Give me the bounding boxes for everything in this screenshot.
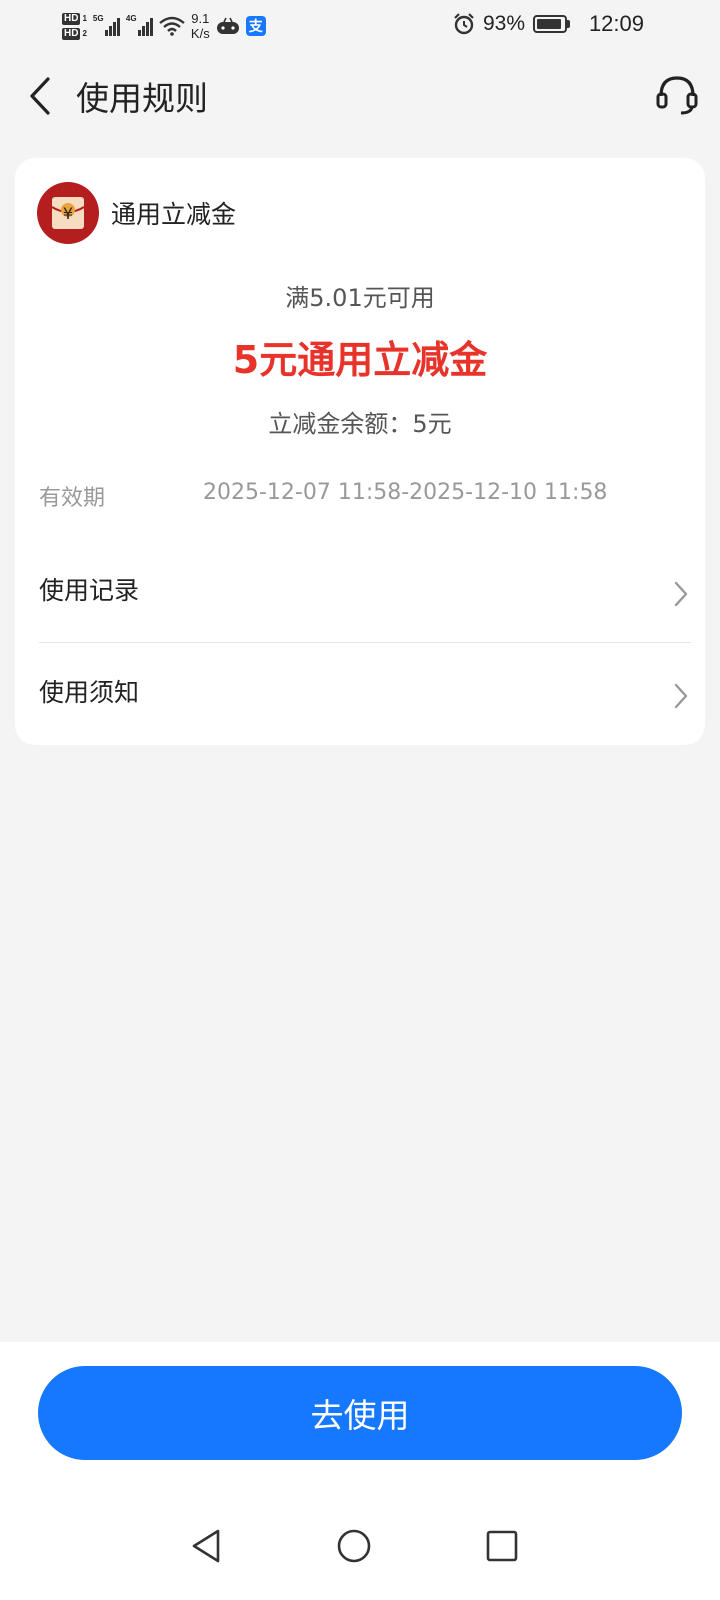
speed-unit: K/s xyxy=(190,26,210,41)
hd1-indicator: HD 1 xyxy=(62,12,87,25)
circle-home-icon xyxy=(337,1529,371,1563)
use-coupon-button[interactable]: 去使用 xyxy=(38,1366,682,1460)
signal-4g-icon: 4G xyxy=(125,14,153,36)
validity-label: 有效期 xyxy=(39,486,106,511)
nav-recents-button[interactable] xyxy=(474,1518,530,1574)
signal-4g-label: 4G xyxy=(125,14,137,23)
battery-icon xyxy=(533,15,570,33)
alipay-icon: 支 xyxy=(245,16,266,36)
network-speed: 9.1 K/s xyxy=(191,11,210,41)
usage-record-row[interactable]: 使用记录 xyxy=(39,544,689,644)
battery-percent: 93% xyxy=(482,12,525,35)
hd1-label: HD xyxy=(62,12,81,25)
coupon-title: 5元通用立减金 xyxy=(232,338,488,382)
coupon-header: ¥ 通用立减金 xyxy=(37,182,236,244)
usage-notice-row[interactable]: 使用须知 xyxy=(39,646,689,746)
status-left: HD 1 HD 2 5G 4G 9.1 K/s 支 xyxy=(62,6,266,46)
back-button[interactable] xyxy=(18,74,62,118)
validity-period: 有效期 2025-12-07 11:58-2025-12-10 11:58 xyxy=(39,480,689,512)
coupon-card: ¥ 通用立减金 满5.01元可用 5元通用立减金 立减金余额：5元 有效期 20… xyxy=(15,158,705,745)
header: 使用规则 xyxy=(0,56,720,136)
signal-5g-icon: 5G xyxy=(92,14,120,36)
row-divider xyxy=(39,642,691,643)
page-title: 使用规则 xyxy=(76,79,208,118)
coupon-summary: 满5.01元可用 5元通用立减金 立减金余额：5元 xyxy=(15,278,705,439)
hd2-indicator: HD 2 xyxy=(62,27,87,40)
coupon-balance: 立减金余额：5元 xyxy=(268,410,452,438)
signal-5g-label: 5G xyxy=(92,14,104,23)
coupon-rules-page: HD 1 HD 2 5G 4G 9.1 K/s 支 93% 12:09 使用规则… xyxy=(0,0,720,1600)
nav-home-button[interactable] xyxy=(326,1518,382,1574)
hd2-sub: 2 xyxy=(82,29,87,38)
red-envelope-icon: ¥ xyxy=(37,182,99,244)
usage-notice-label: 使用须知 xyxy=(39,678,140,707)
status-bar: HD 1 HD 2 5G 4G 9.1 K/s 支 93% 12:09 xyxy=(0,0,720,50)
headset-icon xyxy=(656,76,698,115)
alarm-icon xyxy=(454,13,474,35)
min-spend-condition: 满5.01元可用 xyxy=(285,284,435,312)
hd1-sub: 1 xyxy=(82,14,87,23)
speed-value: 9.1 xyxy=(191,11,210,26)
chevron-right-icon xyxy=(674,581,688,607)
square-recents-icon xyxy=(486,1530,518,1562)
battery-fill xyxy=(537,19,562,29)
validity-value: 2025-12-07 11:58-2025-12-10 11:58 xyxy=(203,480,608,505)
coupon-logo-glyph: ¥ xyxy=(62,203,74,223)
triangle-back-icon xyxy=(192,1529,220,1563)
game-controller-icon xyxy=(216,17,239,34)
clock: 12:09 xyxy=(588,11,644,36)
hd-indicators: HD 1 HD 2 xyxy=(62,12,87,40)
system-nav-bar xyxy=(0,1500,720,1600)
usage-record-label: 使用记录 xyxy=(39,576,140,605)
coupon-name: 通用立减金 xyxy=(111,200,237,229)
wifi-icon xyxy=(159,16,185,36)
status-right: 93% xyxy=(453,12,570,36)
chevron-left-icon xyxy=(30,77,50,115)
hd2-label: HD xyxy=(62,27,81,40)
nav-back-button[interactable] xyxy=(178,1518,234,1574)
chevron-right-icon xyxy=(674,683,688,709)
customer-service-button[interactable] xyxy=(652,70,702,120)
